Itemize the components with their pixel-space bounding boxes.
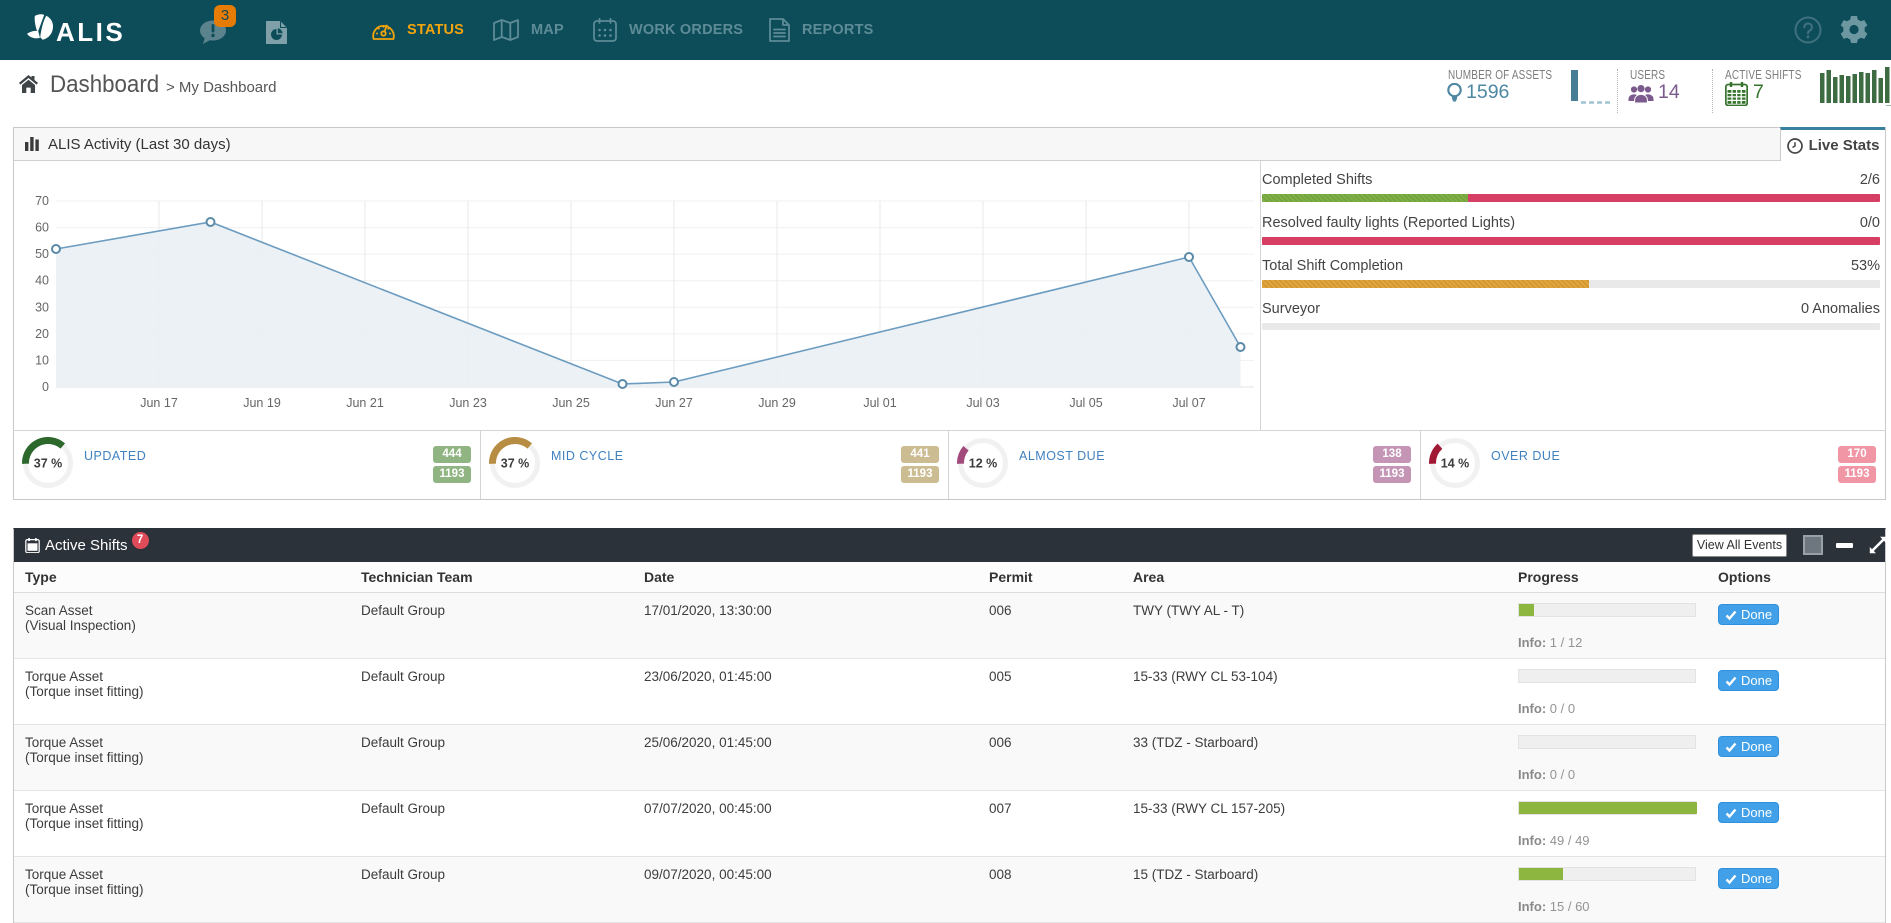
svg-text:40: 40	[35, 274, 49, 288]
svg-text:12 %: 12 %	[969, 457, 998, 471]
svg-text:Jul 03: Jul 03	[966, 396, 999, 410]
svg-text:50: 50	[35, 247, 49, 261]
svg-text:Jun 29: Jun 29	[758, 396, 796, 410]
svg-text:Jul 05: Jul 05	[1069, 396, 1102, 410]
svg-text:Jun 19: Jun 19	[243, 396, 281, 410]
svg-text:30: 30	[35, 300, 49, 314]
svg-text:Jun 23: Jun 23	[449, 396, 487, 410]
svg-text:14 %: 14 %	[1441, 457, 1470, 471]
svg-text:37 %: 37 %	[34, 457, 63, 471]
svg-text:70: 70	[35, 194, 49, 208]
svg-text:20: 20	[35, 327, 49, 341]
svg-text:10: 10	[35, 353, 49, 367]
svg-text:Jun 27: Jun 27	[655, 396, 693, 410]
svg-text:Jun 21: Jun 21	[346, 396, 384, 410]
svg-text:Jun 17: Jun 17	[140, 396, 178, 410]
svg-text:60: 60	[35, 221, 49, 235]
svg-text:0: 0	[42, 380, 49, 394]
svg-text:Jun 25: Jun 25	[552, 396, 590, 410]
svg-text:Jul 07: Jul 07	[1172, 396, 1205, 410]
svg-text:37 %: 37 %	[501, 457, 530, 471]
svg-text:Jul 01: Jul 01	[863, 396, 896, 410]
